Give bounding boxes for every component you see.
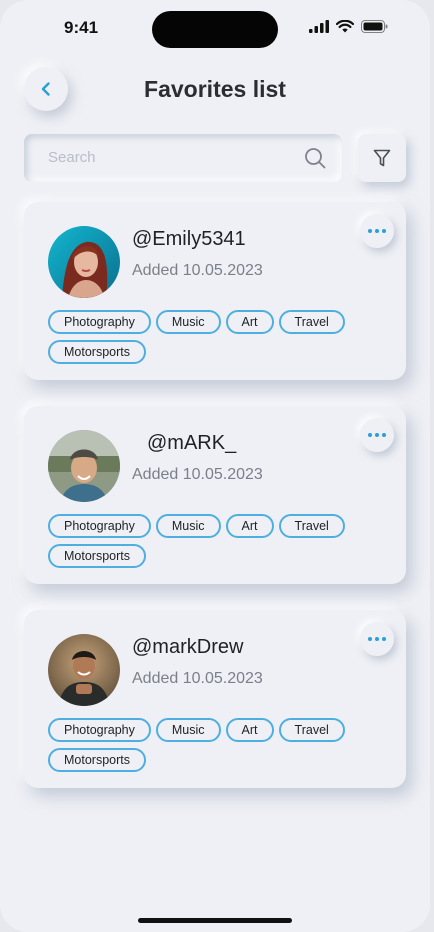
added-date: Added 10.05.2023 xyxy=(132,262,263,279)
tag[interactable]: Art xyxy=(225,514,274,538)
more-dots-icon xyxy=(368,637,386,641)
wifi-icon xyxy=(336,20,354,33)
avatar xyxy=(48,226,120,298)
cellular-signal-icon xyxy=(309,20,329,33)
tag[interactable]: Art xyxy=(225,718,274,742)
favorite-card[interactable]: @markDrew Added 10.05.2023 Photography M… xyxy=(24,610,406,788)
tag[interactable]: Travel xyxy=(278,718,345,742)
tag[interactable]: Photography xyxy=(48,514,151,538)
phone-screen: 9:41 Favorites list Search @Emily5341 Ad… xyxy=(0,0,430,932)
username: @markDrew xyxy=(132,636,244,658)
username: @mARK_ xyxy=(147,432,237,454)
more-dots-icon xyxy=(368,229,386,233)
tag[interactable]: Motorsports xyxy=(48,340,146,364)
interest-tags: Photography Music Art Travel Motorsports xyxy=(48,718,378,772)
search-icon[interactable] xyxy=(304,147,326,169)
search-input[interactable] xyxy=(46,148,290,167)
page-title: Favorites list xyxy=(144,76,286,102)
favorite-card[interactable]: @Emily5341 Added 10.05.2023 Photography … xyxy=(24,202,406,380)
status-time: 9:41 xyxy=(64,18,99,37)
filter-icon xyxy=(373,149,391,166)
tag[interactable]: Travel xyxy=(278,514,345,538)
added-date: Added 10.05.2023 xyxy=(132,466,263,483)
tag[interactable]: Travel xyxy=(278,310,345,334)
tag[interactable]: Photography xyxy=(48,718,151,742)
avatar xyxy=(48,634,120,706)
more-options-button[interactable] xyxy=(360,418,394,452)
tag[interactable]: Art xyxy=(225,310,274,334)
tag[interactable]: Motorsports xyxy=(48,748,146,772)
tag[interactable]: Motorsports xyxy=(48,544,146,568)
added-date: Added 10.05.2023 xyxy=(132,670,263,687)
home-indicator[interactable] xyxy=(138,918,292,923)
more-options-button[interactable] xyxy=(360,214,394,248)
search-bar xyxy=(24,134,342,182)
tag[interactable]: Photography xyxy=(48,310,151,334)
filter-button[interactable] xyxy=(358,134,406,182)
avatar xyxy=(48,430,120,502)
status-icons xyxy=(309,20,388,33)
dynamic-island xyxy=(152,11,278,48)
tag[interactable]: Music xyxy=(155,718,221,742)
interest-tags: Photography Music Art Travel Motorsports xyxy=(48,310,378,364)
more-options-button[interactable] xyxy=(360,622,394,656)
tag[interactable]: Music xyxy=(155,514,221,538)
username: @Emily5341 xyxy=(132,228,246,250)
battery-icon xyxy=(361,20,388,33)
tag[interactable]: Music xyxy=(155,310,221,334)
interest-tags: Photography Music Art Travel Motorsports xyxy=(48,514,378,568)
more-dots-icon xyxy=(368,433,386,437)
favorite-card[interactable]: @mARK_ Added 10.05.2023 Photography Musi… xyxy=(24,406,406,584)
